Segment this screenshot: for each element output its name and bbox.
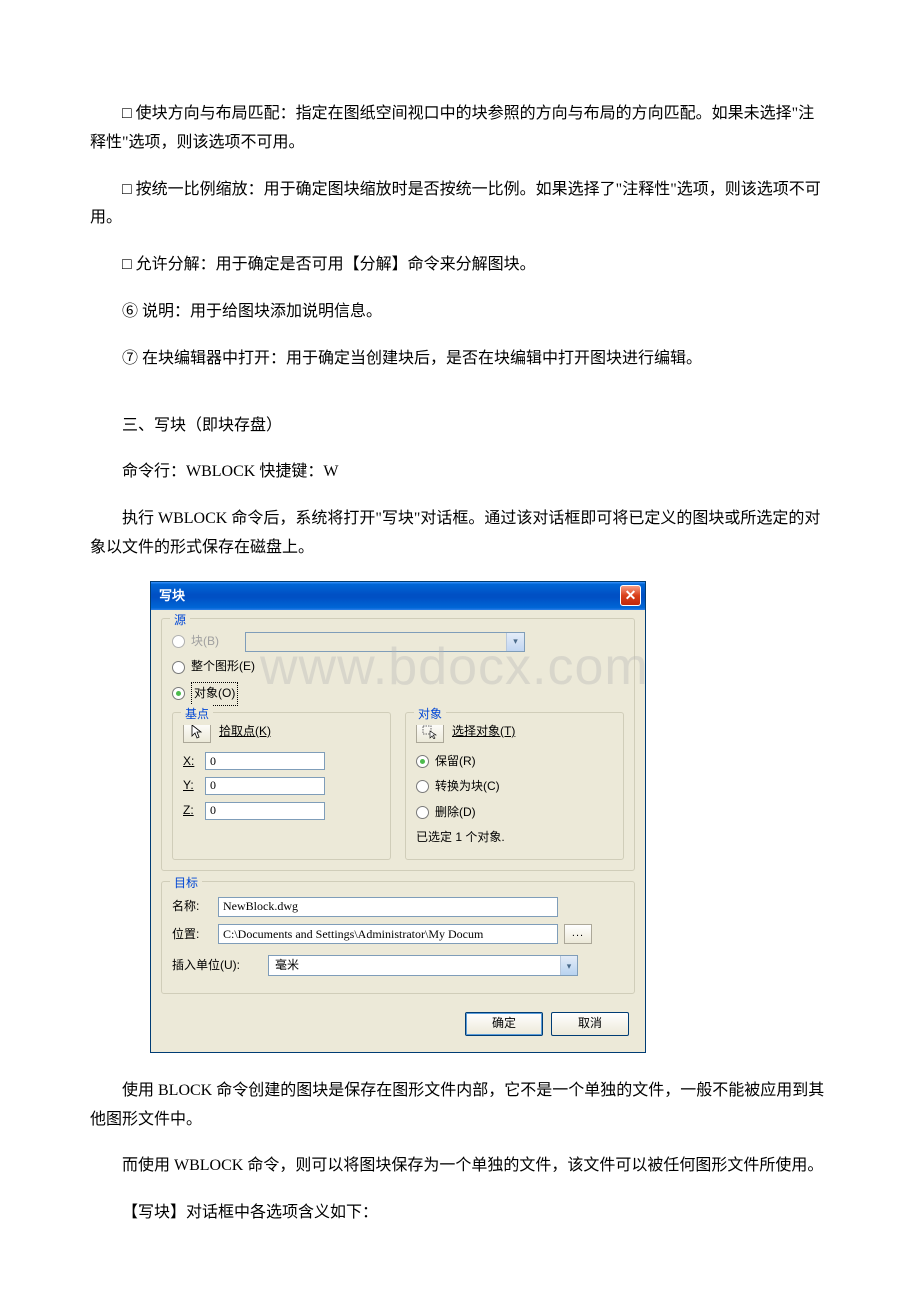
unit-label: 插入单位(U): (172, 955, 262, 977)
select-objects-label: 选择对象(T) (452, 721, 515, 743)
name-input[interactable] (218, 897, 558, 917)
paragraph: ⑦ 在块编辑器中打开：用于确定当创建块后，是否在块编辑中打开图块进行编辑。 (90, 345, 830, 374)
name-label: 名称: (172, 896, 212, 918)
radio-delete-label: 删除(D) (435, 802, 476, 824)
radio-retain[interactable] (416, 755, 429, 768)
dialog-title: 写块 (159, 584, 185, 607)
pick-point-label: 拾取点(K) (219, 721, 271, 743)
paragraph: □ 按统一比例缩放：用于确定图块缩放时是否按统一比例。如果选择了"注释性"选项，… (90, 176, 830, 234)
paragraph: 命令行：WBLOCK 快捷键：W (90, 458, 830, 487)
y-input[interactable] (205, 777, 325, 795)
chevron-down-icon: ▾ (560, 956, 577, 975)
radio-block-label: 块(B) (191, 631, 219, 653)
selected-count: 已选定 1 个对象. (416, 827, 613, 849)
wblock-dialog: www.bdocx.com 写块 ✕ 源 块(B) ▾ 整个图形(E) (150, 581, 646, 1053)
group-title-destination: 目标 (170, 873, 202, 895)
y-label: Y: (183, 775, 199, 797)
paragraph: □ 使块方向与布局匹配：指定在图纸空间视口中的块参照的方向与布局的方向匹配。如果… (90, 100, 830, 158)
location-input[interactable] (218, 924, 558, 944)
ok-button[interactable]: 确定 (465, 1012, 543, 1036)
chevron-down-icon: ▾ (506, 633, 524, 651)
radio-retain-label: 保留(R) (435, 751, 476, 773)
paragraph: 执行 WBLOCK 命令后，系统将打开"写块"对话框。通过该对话框即可将已定义的… (90, 505, 830, 563)
radio-whole-drawing[interactable] (172, 661, 185, 674)
x-label: X: (183, 751, 199, 773)
section-heading: 三、写块（即块存盘） (90, 412, 830, 441)
destination-group: 目标 名称: 位置: ... 插入单位(U): 毫米 ▾ (161, 881, 635, 994)
cursor-icon (190, 724, 204, 740)
objects-group: 对象 选择对象(T) 保留(R) (405, 712, 624, 860)
radio-objects[interactable] (172, 687, 185, 700)
z-input[interactable] (205, 802, 325, 820)
source-group: 源 块(B) ▾ 整个图形(E) 对象(O) (161, 618, 635, 871)
titlebar[interactable]: 写块 ✕ (151, 582, 645, 610)
group-title-source: 源 (170, 610, 190, 632)
paragraph: 而使用 WBLOCK 命令，则可以将图块保存为一个单独的文件，该文件可以被任何图… (90, 1152, 830, 1181)
paragraph: 使用 BLOCK 命令创建的图块是保存在图形文件内部，它不是一个单独的文件，一般… (90, 1077, 830, 1135)
group-title-basepoint: 基点 (181, 704, 213, 726)
unit-value: 毫米 (269, 955, 560, 977)
close-icon[interactable]: ✕ (620, 585, 641, 606)
paragraph: ⑥ 说明：用于给图块添加说明信息。 (90, 298, 830, 327)
z-label: Z: (183, 800, 199, 822)
radio-block (172, 635, 185, 648)
x-input[interactable] (205, 752, 325, 770)
block-dropdown: ▾ (245, 632, 525, 652)
unit-dropdown[interactable]: 毫米 ▾ (268, 955, 578, 976)
location-label: 位置: (172, 924, 212, 946)
browse-button[interactable]: ... (564, 924, 592, 944)
radio-whole-label: 整个图形(E) (191, 656, 255, 678)
basepoint-group: 基点 拾取点(K) X: (172, 712, 391, 860)
cancel-button[interactable]: 取消 (551, 1012, 629, 1036)
paragraph: 【写块】对话框中各选项含义如下： (90, 1199, 830, 1228)
select-icon (422, 725, 438, 739)
radio-convert[interactable] (416, 780, 429, 793)
radio-objects-label: 对象(O) (191, 682, 238, 706)
radio-convert-label: 转换为块(C) (435, 776, 500, 798)
radio-delete[interactable] (416, 806, 429, 819)
paragraph: □ 允许分解：用于确定是否可用【分解】命令来分解图块。 (90, 251, 830, 280)
group-title-objects: 对象 (414, 704, 446, 726)
